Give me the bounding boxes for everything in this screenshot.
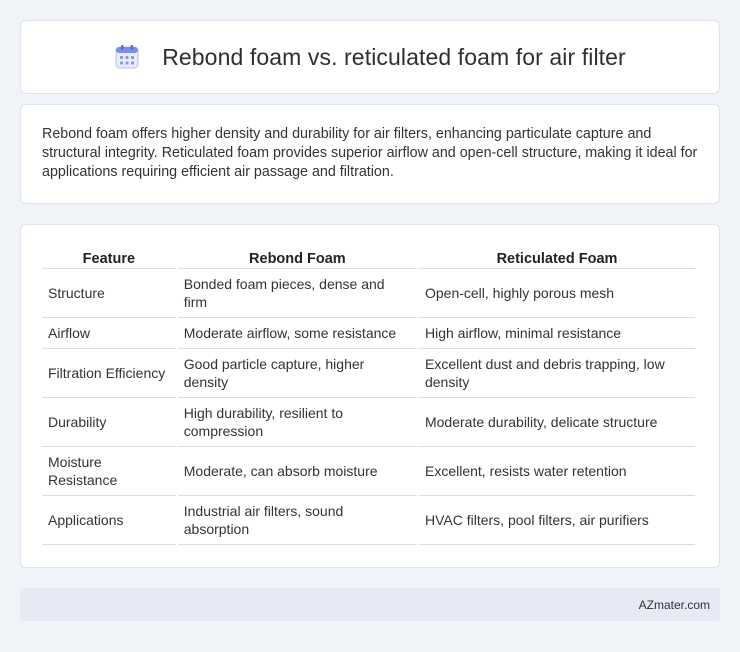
reticulated-cell: Excellent dust and debris trapping, low … [418,349,695,398]
table-row: Moisture Resistance Moderate, can absorb… [42,447,695,496]
reticulated-cell: Open-cell, highly porous mesh [418,269,695,318]
reticulated-cell: Moderate durability, delicate structure [418,398,695,447]
table-row: Structure Bonded foam pieces, dense and … [42,269,695,318]
rebond-cell: Moderate, can absorb moisture [177,447,417,496]
rebond-cell: Bonded foam pieces, dense and firm [177,269,417,318]
column-header-reticulated: Reticulated Foam [418,245,695,269]
table-header-row: Feature Rebond Foam Reticulated Foam [42,245,695,269]
column-header-rebond: Rebond Foam [177,245,417,269]
column-header-feature: Feature [42,245,176,269]
comparison-table-card: Feature Rebond Foam Reticulated Foam Str… [20,224,720,568]
feature-cell: Moisture Resistance [42,447,176,496]
summary-text: Rebond foam offers higher density and du… [42,126,698,180]
feature-cell: Filtration Efficiency [42,349,176,398]
reticulated-cell: High airflow, minimal resistance [418,318,695,349]
feature-cell: Applications [42,496,176,545]
table-row: Applications Industrial air filters, sou… [42,496,695,545]
rebond-cell: Good particle capture, higher density [177,349,417,398]
page-title: Rebond foam vs. reticulated foam for air… [162,43,626,70]
rebond-cell: High durability, resilient to compressio… [177,398,417,447]
summary-card: Rebond foam offers higher density and du… [20,104,720,204]
calendar-icon [115,45,139,69]
reticulated-cell: Excellent, resists water retention [418,447,695,496]
table-row: Filtration Efficiency Good particle capt… [42,349,695,398]
rebond-cell: Moderate airflow, some resistance [177,318,417,349]
comparison-table: Feature Rebond Foam Reticulated Foam Str… [40,245,697,545]
title-card: Rebond foam vs. reticulated foam for air… [20,20,720,94]
feature-cell: Airflow [42,318,176,349]
feature-cell: Durability [42,398,176,447]
reticulated-cell: HVAC filters, pool filters, air purifier… [418,496,695,545]
table-row: Durability High durability, resilient to… [42,398,695,447]
feature-cell: Structure [42,269,176,318]
footer-bar: AZmater.com [20,588,720,621]
table-row: Airflow Moderate airflow, some resistanc… [42,318,695,349]
rebond-cell: Industrial air filters, sound absorption [177,496,417,545]
footer-brand[interactable]: AZmater.com [639,598,710,612]
